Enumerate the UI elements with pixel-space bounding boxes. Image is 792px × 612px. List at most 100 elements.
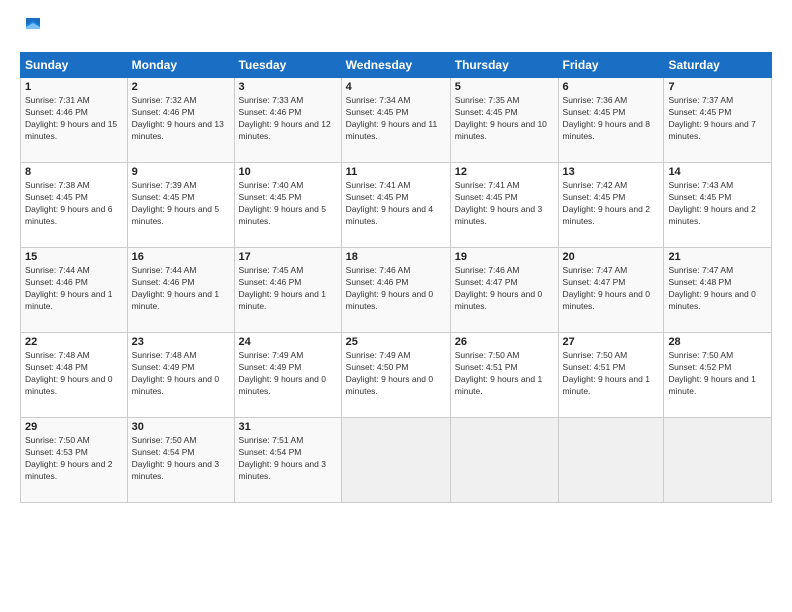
day-number: 20 [563,251,660,263]
day-detail: Sunrise: 7:41 AMSunset: 4:45 PMDaylight:… [346,180,433,226]
day-detail: Sunrise: 7:48 AMSunset: 4:49 PMDaylight:… [132,350,219,396]
calendar-cell: 16 Sunrise: 7:44 AMSunset: 4:46 PMDaylig… [127,248,234,333]
calendar-cell: 4 Sunrise: 7:34 AMSunset: 4:45 PMDayligh… [341,78,450,163]
calendar-cell: 30 Sunrise: 7:50 AMSunset: 4:54 PMDaylig… [127,418,234,503]
day-detail: Sunrise: 7:34 AMSunset: 4:45 PMDaylight:… [346,95,438,141]
day-detail: Sunrise: 7:49 AMSunset: 4:49 PMDaylight:… [239,350,326,396]
calendar-week-1: 1 Sunrise: 7:31 AMSunset: 4:46 PMDayligh… [21,78,772,163]
day-detail: Sunrise: 7:42 AMSunset: 4:45 PMDaylight:… [563,180,650,226]
calendar-cell: 27 Sunrise: 7:50 AMSunset: 4:51 PMDaylig… [558,333,664,418]
day-detail: Sunrise: 7:33 AMSunset: 4:46 PMDaylight:… [239,95,331,141]
calendar-cell: 7 Sunrise: 7:37 AMSunset: 4:45 PMDayligh… [664,78,772,163]
day-detail: Sunrise: 7:50 AMSunset: 4:51 PMDaylight:… [563,350,650,396]
day-number: 24 [239,336,337,348]
day-detail: Sunrise: 7:35 AMSunset: 4:45 PMDaylight:… [455,95,547,141]
calendar-cell: 3 Sunrise: 7:33 AMSunset: 4:46 PMDayligh… [234,78,341,163]
day-number: 19 [455,251,554,263]
calendar-cell: 2 Sunrise: 7:32 AMSunset: 4:46 PMDayligh… [127,78,234,163]
day-number: 5 [455,81,554,93]
calendar-cell: 5 Sunrise: 7:35 AMSunset: 4:45 PMDayligh… [450,78,558,163]
day-detail: Sunrise: 7:39 AMSunset: 4:45 PMDaylight:… [132,180,219,226]
calendar-cell [558,418,664,503]
calendar-cell: 29 Sunrise: 7:50 AMSunset: 4:53 PMDaylig… [21,418,128,503]
day-number: 18 [346,251,446,263]
calendar-cell: 31 Sunrise: 7:51 AMSunset: 4:54 PMDaylig… [234,418,341,503]
day-detail: Sunrise: 7:40 AMSunset: 4:45 PMDaylight:… [239,180,326,226]
calendar-week-3: 15 Sunrise: 7:44 AMSunset: 4:46 PMDaylig… [21,248,772,333]
day-detail: Sunrise: 7:32 AMSunset: 4:46 PMDaylight:… [132,95,224,141]
calendar-cell: 1 Sunrise: 7:31 AMSunset: 4:46 PMDayligh… [21,78,128,163]
day-detail: Sunrise: 7:38 AMSunset: 4:45 PMDaylight:… [25,180,112,226]
weekday-header-thursday: Thursday [450,53,558,78]
day-number: 7 [668,81,767,93]
page: SundayMondayTuesdayWednesdayThursdayFrid… [0,0,792,612]
day-detail: Sunrise: 7:51 AMSunset: 4:54 PMDaylight:… [239,435,326,481]
calendar-cell: 14 Sunrise: 7:43 AMSunset: 4:45 PMDaylig… [664,163,772,248]
weekday-header-friday: Friday [558,53,664,78]
day-number: 28 [668,336,767,348]
day-number: 21 [668,251,767,263]
calendar-cell: 28 Sunrise: 7:50 AMSunset: 4:52 PMDaylig… [664,333,772,418]
day-number: 29 [25,421,123,433]
calendar-cell: 6 Sunrise: 7:36 AMSunset: 4:45 PMDayligh… [558,78,664,163]
calendar-week-5: 29 Sunrise: 7:50 AMSunset: 4:53 PMDaylig… [21,418,772,503]
day-number: 23 [132,336,230,348]
day-number: 8 [25,166,123,178]
calendar-cell: 26 Sunrise: 7:50 AMSunset: 4:51 PMDaylig… [450,333,558,418]
day-number: 3 [239,81,337,93]
calendar-cell: 23 Sunrise: 7:48 AMSunset: 4:49 PMDaylig… [127,333,234,418]
calendar-cell: 18 Sunrise: 7:46 AMSunset: 4:46 PMDaylig… [341,248,450,333]
calendar-cell: 12 Sunrise: 7:41 AMSunset: 4:45 PMDaylig… [450,163,558,248]
day-number: 2 [132,81,230,93]
calendar-cell: 21 Sunrise: 7:47 AMSunset: 4:48 PMDaylig… [664,248,772,333]
logo [20,15,44,42]
weekday-header-tuesday: Tuesday [234,53,341,78]
day-number: 6 [563,81,660,93]
day-number: 10 [239,166,337,178]
day-detail: Sunrise: 7:47 AMSunset: 4:48 PMDaylight:… [668,265,755,311]
day-detail: Sunrise: 7:50 AMSunset: 4:52 PMDaylight:… [668,350,755,396]
day-number: 15 [25,251,123,263]
weekday-header-monday: Monday [127,53,234,78]
day-detail: Sunrise: 7:46 AMSunset: 4:47 PMDaylight:… [455,265,542,311]
calendar-cell: 19 Sunrise: 7:46 AMSunset: 4:47 PMDaylig… [450,248,558,333]
day-detail: Sunrise: 7:36 AMSunset: 4:45 PMDaylight:… [563,95,650,141]
calendar-cell: 22 Sunrise: 7:48 AMSunset: 4:48 PMDaylig… [21,333,128,418]
day-number: 17 [239,251,337,263]
day-number: 13 [563,166,660,178]
calendar-cell: 24 Sunrise: 7:49 AMSunset: 4:49 PMDaylig… [234,333,341,418]
calendar-cell: 11 Sunrise: 7:41 AMSunset: 4:45 PMDaylig… [341,163,450,248]
day-detail: Sunrise: 7:50 AMSunset: 4:54 PMDaylight:… [132,435,219,481]
day-detail: Sunrise: 7:44 AMSunset: 4:46 PMDaylight:… [132,265,219,311]
logo-flag-icon [22,15,44,37]
calendar-week-2: 8 Sunrise: 7:38 AMSunset: 4:45 PMDayligh… [21,163,772,248]
day-detail: Sunrise: 7:43 AMSunset: 4:45 PMDaylight:… [668,180,755,226]
day-detail: Sunrise: 7:50 AMSunset: 4:53 PMDaylight:… [25,435,112,481]
day-detail: Sunrise: 7:46 AMSunset: 4:46 PMDaylight:… [346,265,433,311]
calendar-cell: 8 Sunrise: 7:38 AMSunset: 4:45 PMDayligh… [21,163,128,248]
day-detail: Sunrise: 7:41 AMSunset: 4:45 PMDaylight:… [455,180,542,226]
calendar-cell: 15 Sunrise: 7:44 AMSunset: 4:46 PMDaylig… [21,248,128,333]
day-detail: Sunrise: 7:50 AMSunset: 4:51 PMDaylight:… [455,350,542,396]
day-detail: Sunrise: 7:37 AMSunset: 4:45 PMDaylight:… [668,95,755,141]
calendar-header-row: SundayMondayTuesdayWednesdayThursdayFrid… [21,53,772,78]
calendar-cell [450,418,558,503]
day-detail: Sunrise: 7:31 AMSunset: 4:46 PMDaylight:… [25,95,117,141]
calendar-cell: 25 Sunrise: 7:49 AMSunset: 4:50 PMDaylig… [341,333,450,418]
calendar-cell [664,418,772,503]
logo-text [20,15,44,42]
day-number: 11 [346,166,446,178]
calendar-cell: 9 Sunrise: 7:39 AMSunset: 4:45 PMDayligh… [127,163,234,248]
day-number: 26 [455,336,554,348]
day-detail: Sunrise: 7:48 AMSunset: 4:48 PMDaylight:… [25,350,112,396]
day-detail: Sunrise: 7:45 AMSunset: 4:46 PMDaylight:… [239,265,326,311]
calendar-cell: 13 Sunrise: 7:42 AMSunset: 4:45 PMDaylig… [558,163,664,248]
day-detail: Sunrise: 7:47 AMSunset: 4:47 PMDaylight:… [563,265,650,311]
weekday-header-saturday: Saturday [664,53,772,78]
day-number: 31 [239,421,337,433]
calendar-cell: 20 Sunrise: 7:47 AMSunset: 4:47 PMDaylig… [558,248,664,333]
day-number: 9 [132,166,230,178]
calendar-cell: 10 Sunrise: 7:40 AMSunset: 4:45 PMDaylig… [234,163,341,248]
weekday-header-sunday: Sunday [21,53,128,78]
day-number: 22 [25,336,123,348]
